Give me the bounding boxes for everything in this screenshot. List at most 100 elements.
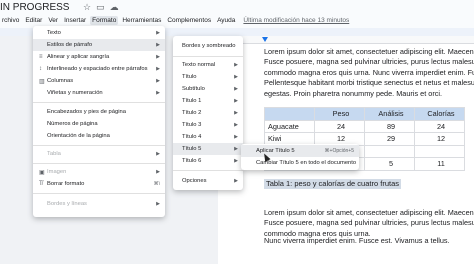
menu-item-label: Cambiar Título 5 en todo el documento: [256, 160, 357, 166]
submenu-arrow-icon: ▶: [156, 42, 160, 48]
menu-item-titulo-3[interactable]: Título 3 ▶: [173, 119, 243, 131]
menu-separator: [33, 145, 165, 146]
table-cell[interactable]: [364, 144, 415, 158]
document-title[interactable]: IN PROGRESS: [0, 2, 69, 13]
menu-item-interlineado[interactable]: ↕ Interlineado y espaciado entre párrafo…: [33, 63, 165, 75]
ruler[interactable]: [218, 36, 474, 44]
paragraph-3[interactable]: Nunc viverra imperdiet enim. Fusce est. …: [264, 236, 450, 246]
menu-item-label: Título 2: [182, 110, 202, 116]
menu-item-label: Orientación de la página: [47, 133, 110, 139]
text-line: commodo magna eros quis urna. Nunc viver…: [264, 67, 474, 77]
align-left-icon: ≡: [39, 54, 43, 60]
menu-archivo[interactable]: rchivo: [0, 16, 21, 25]
menu-item-borrar-formato[interactable]: T̸ Borrar formato ⌘\: [33, 178, 165, 190]
menu-item-titulo-6[interactable]: Título 6 ▶: [173, 155, 243, 167]
menu-item-label: Viñetas y numeración: [47, 90, 103, 96]
table-cell[interactable]: 5: [364, 157, 415, 171]
menu-item-label: Título 4: [182, 134, 202, 140]
text-line: Fusce posuere, magna sed pulvinar ultric…: [264, 57, 474, 67]
menu-item-columnas[interactable]: ▥ Columnas ▶: [33, 75, 165, 87]
menu-item-label: Título 6: [182, 158, 202, 164]
table-cell[interactable]: 12: [414, 132, 465, 146]
text-line: Fusce posuere, magna sed pulvinar ultric…: [264, 218, 474, 228]
clear-format-icon: T̸: [39, 181, 43, 187]
menu-item-label: Borrar formato: [47, 181, 85, 187]
table-cell[interactable]: 89: [364, 119, 415, 133]
menu-item-cambiar-titulo-5[interactable]: Cambiar Título 5 en todo el documento: [241, 157, 359, 169]
table-cell[interactable]: [414, 144, 465, 158]
paragraph-2[interactable]: Lorem ipsum dolor sit amet, consectetuer…: [264, 208, 474, 239]
menu-item-encabezados[interactable]: Encabezados y pies de página: [33, 106, 165, 118]
table-caption[interactable]: Tabla 1: peso y calorías de cuatro fruta…: [264, 179, 401, 189]
menu-item-label: Título: [182, 74, 197, 80]
paragraph-1[interactable]: Lorem ipsum dolor sit amet, consectetuer…: [264, 47, 474, 99]
menu-item-numeros-pagina[interactable]: Números de página: [33, 118, 165, 130]
table-cell[interactable]: 24: [314, 119, 365, 133]
submenu-arrow-icon: ▶: [234, 62, 238, 68]
submenu-arrow-icon: ▶: [156, 66, 160, 72]
menu-item-subtitulo[interactable]: Subtítulo ▶: [173, 83, 243, 95]
submenu-arrow-icon: ▶: [234, 74, 238, 80]
menu-item-titulo-1[interactable]: Título 1 ▶: [173, 95, 243, 107]
table-header-cell[interactable]: Peso: [314, 107, 365, 121]
menu-item-vinetas[interactable]: Viñetas y numeración ▶: [33, 87, 165, 99]
menu-item-label: Texto normal: [182, 62, 216, 68]
menu-insertar[interactable]: Insertar: [62, 16, 88, 25]
table-cell[interactable]: Aguacate: [264, 119, 315, 133]
menu-item-titulo-4[interactable]: Título 4 ▶: [173, 131, 243, 143]
menu-item-titulo[interactable]: Título ▶: [173, 71, 243, 83]
table-cell[interactable]: 11: [414, 157, 465, 171]
star-icon[interactable]: ☆: [83, 2, 91, 13]
menu-separator: [173, 56, 243, 57]
menu-item-label: Título 3: [182, 122, 202, 128]
table-cell[interactable]: 24: [414, 119, 465, 133]
menu-item-imagen[interactable]: ▣ Imagen ▶: [33, 166, 165, 178]
menu-item-titulo-5[interactable]: Título 5 ▶: [173, 143, 243, 155]
submenu-arrow-icon: ▶: [234, 86, 238, 92]
menu-ver[interactable]: Ver: [46, 16, 60, 25]
menu-item-label: Bordes y líneas: [47, 201, 87, 207]
cloud-icon[interactable]: ☁: [110, 2, 119, 13]
menu-formato[interactable]: Formato: [90, 15, 119, 25]
menu-item-label: Título 1: [182, 98, 202, 104]
menu-bar: rchivo Editar Ver Insertar Formato Herra…: [0, 14, 349, 26]
text-line: Lorem ipsum dolor sit amet, consectetuer…: [264, 208, 474, 217]
menu-item-label: Estilos de párrafo: [47, 42, 93, 48]
shortcut-label: ⌘\: [153, 181, 160, 187]
image-icon: ▣: [39, 169, 45, 176]
table-header-cell[interactable]: [264, 107, 315, 121]
last-edit-link[interactable]: Última modificación hace 13 minutos: [243, 17, 349, 24]
heading5-submenu: Aplicar Título 5 ⌘+Opción+5 Cambiar Títu…: [241, 144, 359, 170]
menu-item-label: Columnas: [47, 78, 74, 84]
menu-complementos[interactable]: Complementos: [165, 16, 213, 25]
menu-item-label: Subtítulo: [182, 86, 205, 92]
menu-item-label: Interlineado y espaciado entre párrafos: [47, 66, 148, 72]
menu-item-tabla[interactable]: Tabla ▶: [33, 148, 165, 160]
shortcut-label: ⌘+Opción+5: [324, 148, 354, 154]
menu-item-label: Bordes y sombreado: [182, 43, 236, 49]
menu-item-texto-normal[interactable]: Texto normal ▶: [173, 59, 243, 71]
menu-separator: [33, 193, 165, 194]
table-header-cell[interactable]: Análisis: [364, 107, 415, 121]
menu-editar[interactable]: Editar: [23, 16, 44, 25]
menu-item-estilos-parrafo[interactable]: Estilos de párrafo ▶: [33, 39, 165, 51]
menu-item-bordes-sombreado[interactable]: Bordes y sombreado: [173, 40, 243, 52]
folder-icon[interactable]: ▭: [96, 2, 105, 13]
menu-item-texto[interactable]: Texto ▶: [33, 27, 165, 39]
menu-item-titulo-2[interactable]: Título 2 ▶: [173, 107, 243, 119]
table-header-row: Peso Análisis Calorías: [264, 107, 465, 121]
menu-item-alinear[interactable]: ≡ Alinear y aplicar sangría ▶: [33, 51, 165, 63]
menu-item-label: Encabezados y pies de página: [47, 109, 126, 115]
table-cell[interactable]: 29: [364, 132, 415, 146]
menu-herramientas[interactable]: Herramientas: [120, 16, 163, 25]
menu-item-bordes-lineas[interactable]: Bordes y líneas ▶: [33, 198, 165, 210]
left-margin: [0, 36, 30, 264]
indent-marker[interactable]: [262, 37, 268, 42]
menu-item-label: Texto: [47, 30, 61, 36]
menu-item-opciones[interactable]: Opciones ▶: [173, 175, 243, 187]
table-header-cell[interactable]: Calorías: [414, 107, 465, 121]
menu-item-orientacion[interactable]: Orientación de la página: [33, 130, 165, 142]
menu-ayuda[interactable]: Ayuda: [215, 16, 237, 25]
submenu-arrow-icon: ▶: [156, 151, 160, 157]
menu-item-aplicar-titulo-5[interactable]: Aplicar Título 5 ⌘+Opción+5: [241, 145, 359, 157]
